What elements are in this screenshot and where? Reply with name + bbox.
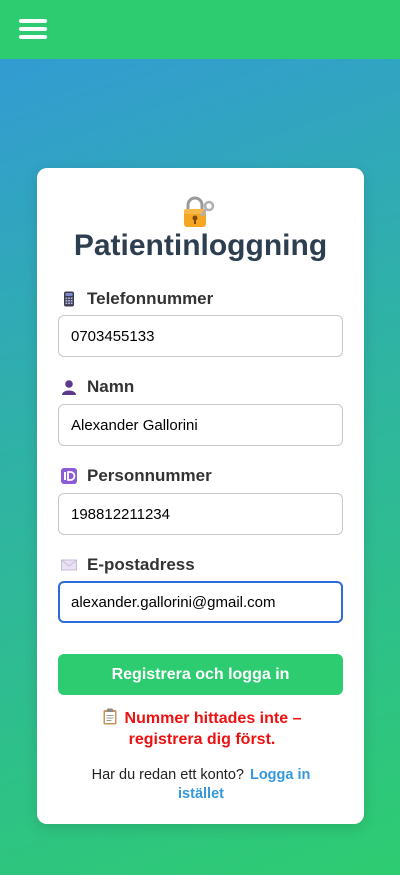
mobile-phone-icon	[64, 291, 74, 307]
locked-with-key-icon	[184, 196, 215, 227]
clipboard-icon	[103, 708, 117, 725]
id-badge-icon	[61, 468, 77, 484]
login-prompt-row: Har du redan ett konto? Logga in istället	[67, 766, 335, 804]
top-bar	[0, 0, 400, 59]
login-card: Patientinloggning Telefonnummer Namn	[37, 168, 364, 824]
error-message-text: Nummer hittades inte – registrera dig fö…	[124, 710, 302, 748]
phone-field[interactable]	[58, 315, 343, 357]
error-message: Nummer hittades inte – registrera dig fö…	[77, 708, 327, 750]
person-silhouette-icon	[62, 380, 76, 395]
name-label: Namn	[61, 376, 134, 398]
email-label-text: E-postadress	[87, 555, 195, 574]
login-prompt-text: Har du redan ett konto?	[91, 767, 244, 783]
register-and-login-button[interactable]: Registrera och logga in	[58, 654, 343, 695]
email-label: E-postadress	[61, 554, 195, 576]
phone-label: Telefonnummer	[61, 288, 213, 310]
envelope-icon	[61, 559, 77, 571]
phone-label-text: Telefonnummer	[87, 289, 214, 308]
email-field[interactable]	[58, 581, 343, 623]
name-label-text: Namn	[87, 377, 135, 396]
name-field[interactable]	[58, 404, 343, 446]
personal-number-label: Personnummer	[61, 465, 212, 487]
hamburger-menu-icon[interactable]	[19, 17, 47, 41]
personal-number-label-text: Personnummer	[87, 466, 212, 485]
personal-number-field[interactable]	[58, 493, 343, 535]
page-title: Patientinloggning	[73, 229, 328, 262]
